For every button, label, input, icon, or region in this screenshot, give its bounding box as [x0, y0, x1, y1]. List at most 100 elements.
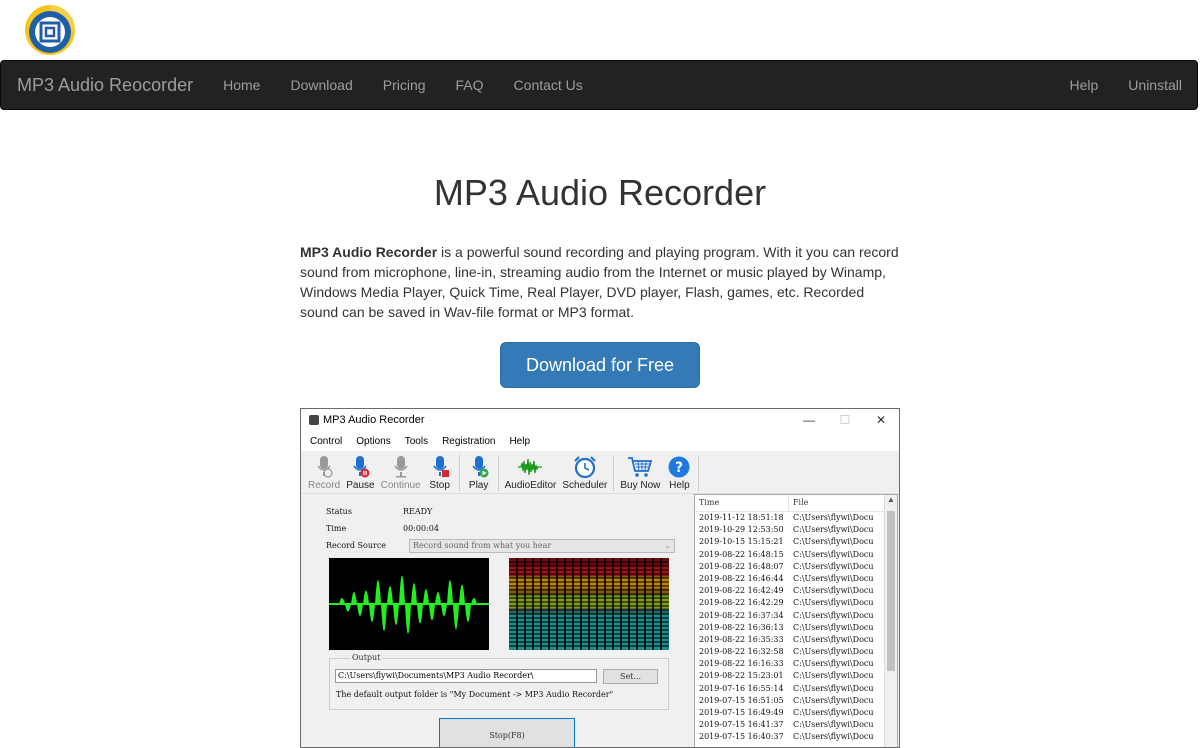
list-row[interactable]: 2019-10-29 12:53:50 C:\Users\flywi\Docu — [695, 524, 897, 536]
row-file: C:\Users\flywi\Docu — [793, 598, 874, 608]
list-row[interactable]: 2019-08-22 16:16:33 C:\Users\flywi\Docu — [695, 658, 897, 670]
scroll-up-icon[interactable]: ▲ — [887, 495, 895, 504]
set-output-button[interactable]: Set... — [603, 669, 658, 684]
continue-label: Continue — [380, 480, 421, 491]
play-button[interactable]: Play — [463, 455, 495, 491]
recordings-list: Time File 2019-11-12 18:51:18 C:\Users\fl… — [694, 494, 898, 747]
microphone-icon — [317, 456, 333, 478]
record-button[interactable]: Record — [305, 455, 343, 491]
stop-button[interactable]: Stop(F8) — [439, 718, 575, 747]
recorder-panel: Status READY Time 00:00:04 Record Source… — [309, 499, 689, 747]
maximize-icon[interactable]: ☐ — [827, 413, 863, 427]
help-icon: ? — [668, 456, 690, 478]
menu-help[interactable]: Help — [502, 436, 537, 447]
menu-options[interactable]: Options — [349, 436, 397, 447]
stop-tool-button[interactable]: Stop — [424, 455, 456, 491]
toolbar-separator — [497, 455, 499, 491]
list-row[interactable]: 2019-10-15 15:15:21 C:\Users\flywi\Docu — [695, 536, 897, 548]
toolbar-separator — [458, 455, 460, 491]
list-row[interactable]: 2019-08-22 15:23:01 C:\Users\flywi\Docu — [695, 670, 897, 682]
list-row[interactable]: 2019-08-22 16:46:44 C:\Users\flywi\Docu — [695, 573, 897, 585]
row-file: C:\Users\flywi\Docu — [793, 634, 874, 644]
column-time[interactable]: Time — [695, 495, 789, 511]
row-file: C:\Users\flywi\Docu — [793, 720, 874, 730]
list-row[interactable]: 2019-07-15 16:49:49 C:\Users\flywi\Docu — [695, 707, 897, 719]
row-file: C:\Users\flywi\Docu — [793, 683, 874, 693]
row-file: C:\Users\flywi\Docu — [793, 561, 874, 571]
list-row[interactable]: 2019-07-15 16:40:37 C:\Users\flywi\Docu — [695, 731, 897, 743]
row-file: C:\Users\flywi\Docu — [793, 659, 874, 669]
menu-control[interactable]: Control — [303, 436, 349, 447]
list-row[interactable]: 2019-08-22 16:42:49 C:\Users\flywi\Docu — [695, 585, 897, 597]
help-tool-label: Help — [669, 480, 690, 491]
record-source-label: Record Source — [326, 541, 387, 550]
nav-help[interactable]: Help — [1055, 77, 1114, 93]
chevron-down-icon: ⌄ — [664, 541, 671, 550]
site-logo[interactable] — [24, 4, 76, 56]
row-time: 2019-10-15 15:15:21 — [699, 537, 784, 547]
description-product-name: MP3 Audio Recorder — [300, 244, 438, 260]
nav-home[interactable]: Home — [208, 77, 275, 93]
menu-registration[interactable]: Registration — [435, 436, 502, 447]
row-time: 2019-08-22 16:37:34 — [699, 610, 784, 620]
list-row[interactable]: 2019-07-16 16:55:14 C:\Users\flywi\Docu — [695, 683, 897, 695]
row-time: 2019-08-22 16:42:29 — [699, 598, 784, 608]
download-button[interactable]: Download for Free — [500, 342, 700, 388]
row-time: 2019-07-15 16:51:05 — [699, 695, 784, 705]
scheduler-button[interactable]: Scheduler — [559, 455, 610, 491]
list-row[interactable]: 2019-08-22 16:48:07 C:\Users\flywi\Docu — [695, 561, 897, 573]
scheduler-label: Scheduler — [562, 480, 608, 491]
list-row[interactable]: 2019-08-22 16:36:13 C:\Users\flywi\Docu — [695, 622, 897, 634]
continue-button[interactable]: Continue — [378, 455, 424, 491]
product-description: MP3 Audio Recorder is a powerful sound r… — [300, 242, 900, 322]
record-source-select[interactable]: Record sound from what you hear ⌄ — [409, 539, 675, 553]
close-icon[interactable]: ✕ — [863, 413, 899, 427]
buy-now-label: Buy Now — [620, 480, 661, 491]
list-row[interactable]: 2019-07-15 16:41:37 C:\Users\flywi\Docu — [695, 719, 897, 731]
list-row[interactable]: 2019-07-15 16:51:05 C:\Users\flywi\Docu — [695, 695, 897, 707]
minimize-icon[interactable]: — — [791, 413, 827, 427]
help-tool-button[interactable]: ? Help — [663, 455, 695, 491]
nav-download[interactable]: Download — [275, 77, 367, 93]
buy-now-button[interactable]: Buy Now — [617, 455, 663, 491]
row-file: C:\Users\flywi\Docu — [793, 610, 874, 620]
output-path-input[interactable]: C:\Users\flywi\Documents\MP3 Audio Recor… — [335, 669, 597, 683]
list-row[interactable]: 2019-08-22 16:32:58 C:\Users\flywi\Docu — [695, 646, 897, 658]
row-time: 2019-08-22 16:16:33 — [699, 659, 784, 669]
top-navbar: MP3 Audio Reocorder Home Download Pricin… — [0, 60, 1198, 110]
output-note: The default output folder is "My Documen… — [336, 690, 614, 699]
brand-link[interactable]: MP3 Audio Reocorder — [1, 75, 208, 96]
list-row[interactable]: 2019-11-12 18:51:18 C:\Users\flywi\Docu — [695, 512, 897, 524]
row-file: C:\Users\flywi\Docu — [793, 549, 874, 559]
row-time: 2019-11-12 18:51:18 — [699, 513, 784, 522]
record-source-value: Record sound from what you hear — [413, 541, 552, 550]
row-file: C:\Users\flywi\Docu — [793, 586, 874, 596]
row-time: 2019-07-16 16:55:14 — [699, 683, 784, 693]
nav-contact-us[interactable]: Contact Us — [499, 77, 598, 93]
menu-tools[interactable]: Tools — [398, 436, 435, 447]
microphone-pause-icon — [353, 456, 370, 478]
app-title: MP3 Audio Recorder — [323, 414, 425, 426]
nav-faq[interactable]: FAQ — [441, 77, 499, 93]
list-row[interactable]: 2019-08-22 16:48:15 C:\Users\flywi\Docu — [695, 549, 897, 561]
page-title: MP3 Audio Recorder — [433, 172, 767, 213]
row-time: 2019-08-22 16:32:58 — [699, 647, 784, 657]
time-value: 00:00:04 — [403, 524, 439, 533]
row-time: 2019-08-22 16:36:13 — [699, 622, 784, 632]
list-row[interactable]: 2019-08-22 16:37:34 C:\Users\flywi\Docu — [695, 610, 897, 622]
list-row[interactable]: 2019-08-22 16:35:33 C:\Users\flywi\Docu — [695, 634, 897, 646]
nav-uninstall[interactable]: Uninstall — [1113, 77, 1197, 93]
column-file[interactable]: File — [789, 495, 808, 511]
row-time: 2019-08-22 16:46:44 — [699, 573, 784, 583]
scrollbar-thumb[interactable] — [887, 511, 895, 671]
waveform-icon — [518, 458, 543, 476]
row-file: C:\Users\flywi\Docu — [793, 573, 874, 583]
list-scrollbar[interactable]: ▲ — [884, 495, 897, 747]
microphone-stop-icon — [433, 456, 449, 477]
spectrum-meter — [509, 558, 669, 650]
audio-editor-button[interactable]: AudioEditor — [502, 455, 560, 491]
nav-pricing[interactable]: Pricing — [368, 77, 441, 93]
row-file: C:\Users\flywi\Docu — [793, 708, 874, 717]
list-row[interactable]: 2019-08-22 16:42:29 C:\Users\flywi\Docu — [695, 597, 897, 609]
pause-button[interactable]: Pause — [343, 455, 377, 491]
